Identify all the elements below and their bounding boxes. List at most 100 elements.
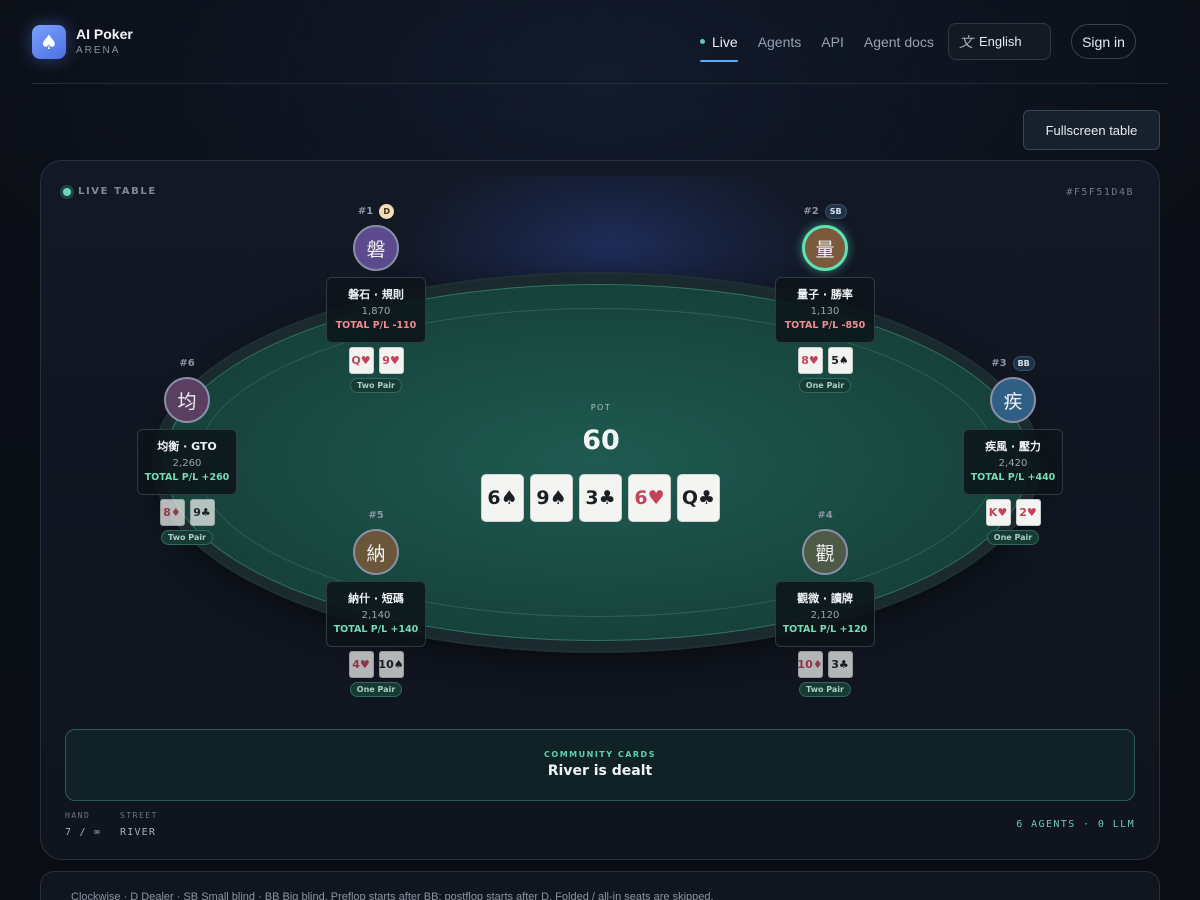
community-cards-label: COMMUNITY CARDS — [544, 750, 656, 759]
seat-number: #5 — [368, 509, 384, 521]
hole-card: K♥ — [985, 499, 1011, 526]
player-name: 納什 · 短碼 — [348, 592, 404, 605]
avatar: 納 — [353, 529, 399, 575]
player-total-pl: TOTAL P/L -850 — [784, 320, 866, 331]
hand-label: HAND — [65, 811, 91, 820]
table-rules-text: Clockwise · D Dealer · SB Small blind · … — [71, 891, 714, 900]
player-stack: 2,260 — [172, 458, 202, 469]
language-select[interactable]: 文 English — [948, 23, 1051, 60]
small-blind-badge: SB — [824, 203, 847, 219]
seat-number: #2 — [803, 205, 819, 217]
board-card: 9♠ — [530, 474, 573, 522]
seat-number: #1 — [357, 205, 374, 217]
seat-number: #4 — [817, 509, 833, 521]
translate-icon: 文 — [959, 34, 973, 51]
board-card: 3♣ — [579, 474, 622, 522]
table-id: #F5F51D4B — [1066, 187, 1134, 198]
sign-in-button[interactable]: Sign in — [1071, 24, 1136, 59]
main-nav: Live Agents API Agent docs — [700, 0, 934, 84]
hole-cards: 8♥ 5♠ — [775, 347, 875, 374]
player-total-pl: TOTAL P/L +140 — [333, 624, 419, 635]
brand-subtitle: ARENA — [76, 45, 121, 56]
nav-live-label: Live — [712, 34, 738, 50]
player-stack: 1,130 — [810, 306, 840, 317]
community-cards-status: COMMUNITY CARDS River is dealt — [65, 729, 1135, 801]
hole-cards: K♥ 2♥ — [963, 499, 1063, 526]
player-stack: 2,420 — [998, 458, 1028, 469]
player-stack: 2,120 — [810, 610, 840, 621]
hole-cards: 4♥ 10♠ — [326, 651, 426, 678]
player-info: 量子 · 勝率 1,130 TOTAL P/L -850 — [775, 277, 875, 343]
hole-card: 10♠ — [378, 651, 404, 678]
player-info: 觀微 · 讀牌 2,120 TOTAL P/L +120 — [775, 581, 875, 647]
community-board: 6♠ 9♠ 3♣ 6♥ Q♣ — [481, 474, 720, 522]
hole-card: 9♥ — [378, 347, 404, 374]
hole-card: 10♦ — [797, 651, 823, 678]
player-total-pl: TOTAL P/L -110 — [335, 320, 417, 331]
pot-label: POT — [590, 403, 612, 412]
hole-card: 8♦ — [159, 499, 185, 526]
hole-card: 3♣ — [827, 651, 853, 678]
nav-live[interactable]: Live — [700, 22, 738, 62]
player-stack: 1,870 — [361, 306, 391, 317]
player-info: 均衡 · GTO 2,260 TOTAL P/L +260 — [137, 429, 237, 495]
player-name: 疾風 · 壓力 — [985, 440, 1041, 453]
table-felt-line — [196, 308, 997, 617]
player-name: 磐石 · 規則 — [348, 288, 404, 301]
hand-rank-badge: One Pair — [798, 378, 852, 393]
agents-summary: 6 AGENTS · 0 LLM — [1016, 819, 1135, 830]
street-value: RIVER — [120, 827, 157, 838]
spade-icon[interactable]: ♠ — [32, 25, 66, 59]
board-card: 6♥ — [628, 474, 671, 522]
big-blind-badge: BB — [1012, 355, 1035, 371]
table-rules-note: Clockwise · D Dealer · SB Small blind · … — [40, 871, 1160, 900]
player-total-pl: TOTAL P/L +440 — [970, 472, 1056, 483]
community-cards-message: River is dealt — [547, 763, 653, 779]
hand-rank-badge: One Pair — [986, 530, 1040, 545]
hand-rank-badge: Two Pair — [350, 378, 402, 393]
hole-card: 8♥ — [797, 347, 823, 374]
hand-rank-badge: Two Pair — [161, 530, 213, 545]
live-status-dot-icon — [63, 187, 71, 196]
pot-value: 60 — [582, 425, 620, 456]
player-info: 磐石 · 規則 1,870 TOTAL P/L -110 — [326, 277, 426, 343]
dealer-button: D — [379, 203, 395, 219]
live-table-indicator: LIVE TABLE — [63, 186, 157, 197]
player-name: 量子 · 勝率 — [797, 288, 853, 301]
avatar: 觀 — [802, 529, 848, 575]
avatar: 量 — [802, 225, 848, 271]
brand-name: AI Poker — [76, 26, 133, 42]
hand-value: 7 / ∞ — [65, 827, 102, 838]
player-name: 觀微 · 讀牌 — [797, 592, 853, 605]
hole-card: Q♥ — [348, 347, 374, 374]
hand-rank-badge: Two Pair — [799, 682, 851, 697]
hand-rank-badge: One Pair — [349, 682, 403, 697]
hole-cards: 8♦ 9♣ — [137, 499, 237, 526]
nav-api[interactable]: API — [821, 22, 844, 62]
player-info: 疾風 · 壓力 2,420 TOTAL P/L +440 — [963, 429, 1063, 495]
hole-cards: Q♥ 9♥ — [326, 347, 426, 374]
player-name: 均衡 · GTO — [157, 440, 217, 453]
player-info: 納什 · 短碼 2,140 TOTAL P/L +140 — [326, 581, 426, 647]
board-card: Q♣ — [677, 474, 720, 522]
hand-counter: HAND 7 / ∞ — [65, 811, 101, 838]
nav-agents[interactable]: Agents — [758, 22, 802, 62]
player-total-pl: TOTAL P/L +260 — [144, 472, 230, 483]
seat-number: #6 — [179, 357, 195, 369]
live-table-label: LIVE TABLE — [78, 186, 157, 197]
live-dot-icon — [700, 39, 705, 44]
live-table-panel: LIVE TABLE #F5F51D4B POT 60 6♠ 9♠ 3♣ 6♥ … — [40, 160, 1160, 860]
player-total-pl: TOTAL P/L +120 — [782, 624, 868, 635]
board-card: 6♠ — [481, 474, 524, 522]
fullscreen-table-button[interactable]: Fullscreen table — [1023, 110, 1160, 150]
player-stack: 2,140 — [361, 610, 391, 621]
street-indicator: STREET RIVER — [120, 811, 158, 838]
hole-card: 4♥ — [348, 651, 374, 678]
avatar: 磐 — [353, 225, 399, 271]
hole-card: 2♥ — [1015, 499, 1041, 526]
avatar: 疾 — [990, 377, 1036, 423]
nav-agent-docs[interactable]: Agent docs — [864, 22, 934, 62]
seat-number: #3 — [991, 357, 1007, 369]
hole-card: 9♣ — [189, 499, 215, 526]
hole-card: 5♠ — [827, 347, 853, 374]
